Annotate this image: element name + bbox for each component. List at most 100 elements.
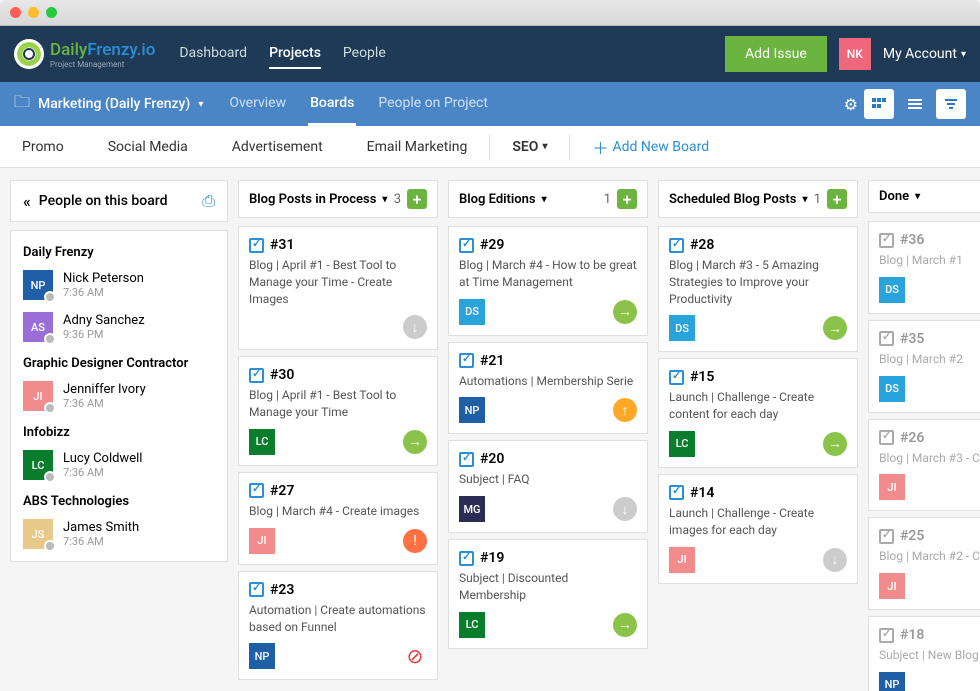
assignee-avatar: MG [459, 496, 485, 522]
board-tab-social[interactable]: Social Media [86, 126, 210, 167]
card[interactable]: #35Blog | March #2DS [868, 320, 980, 413]
column-header[interactable]: Scheduled Blog Posts▾1+ [658, 180, 858, 218]
card[interactable]: #19Subject | Discounted MembershipLC→ [448, 539, 648, 649]
column-header[interactable]: Blog Editions▾1+ [448, 180, 648, 218]
assignee-avatar: JI [249, 528, 275, 554]
card-description: Blog | March #3 - C [879, 450, 980, 467]
view-list-button[interactable] [900, 89, 930, 119]
add-person-icon[interactable]: ⎙ [202, 191, 215, 211]
card-id: #36 [900, 232, 924, 248]
assignee-avatar: JI [669, 547, 695, 573]
card-id: #20 [480, 451, 504, 467]
card[interactable]: #21Automations | Membership SerieNP↑ [448, 342, 648, 435]
card-description: Launch | Challenge - Create content for … [669, 389, 847, 423]
board-column: Scheduled Blog Posts▾1+#28Blog | March #… [658, 180, 858, 691]
board-column: Done▾#36Blog | March #1DS#35Blog | March… [868, 180, 980, 691]
card[interactable]: #28Blog | March #3 - 5 Amazing Strategie… [658, 226, 858, 352]
gear-icon[interactable]: ⚙ [844, 95, 858, 114]
board-tab-advertisement[interactable]: Advertisement [210, 126, 345, 167]
card-id: #35 [900, 331, 924, 347]
project-bar: 🗀 Marketing (Daily Frenzy) ▾ Overview Bo… [0, 82, 980, 126]
view-filter-button[interactable] [936, 89, 966, 119]
user-avatar[interactable]: NK [839, 38, 871, 70]
my-account-menu[interactable]: My Account▾ [883, 46, 966, 62]
plus-icon: ＋ [592, 135, 608, 159]
person-row[interactable]: NPNick Peterson7:36 AM [11, 264, 227, 306]
card[interactable]: #20Subject | FAQMG↓ [448, 440, 648, 533]
chevron-down-icon: ▾ [198, 99, 203, 110]
sidebar-title: People on this board [39, 193, 168, 209]
check-icon [879, 628, 894, 643]
assignee-avatar: JI [879, 474, 905, 500]
board-tab-seo[interactable]: SEO▾ [490, 126, 569, 167]
minimize-window-icon[interactable] [28, 7, 39, 18]
logo-text: DailyFrenzy.io [50, 40, 155, 60]
person-row[interactable]: JSJames Smith7:36 AM [11, 513, 227, 555]
add-card-button[interactable]: + [617, 189, 637, 209]
main-nav: Dashboard Projects People [179, 39, 385, 69]
subnav-boards[interactable]: Boards [308, 83, 356, 126]
status-icon: → [613, 300, 637, 324]
board-tab-email[interactable]: Email Marketing [345, 126, 490, 167]
card-id: #18 [900, 627, 924, 643]
check-icon [459, 353, 474, 368]
status-icon: ↓ [403, 315, 427, 339]
project-subnav: Overview Boards People on Project [227, 83, 490, 126]
card[interactable]: #14Launch | Challenge - Create images fo… [658, 474, 858, 584]
card[interactable]: #29Blog | March #4 - How to be great at … [448, 226, 648, 336]
card[interactable]: #26Blog | March #3 - CJI [868, 419, 980, 512]
collapse-icon[interactable]: « [23, 192, 31, 211]
assignee-avatar: NP [879, 672, 905, 691]
boards-tab-bar: Promo Social Media Advertisement Email M… [0, 126, 980, 168]
logo[interactable]: DailyFrenzy.io Project Management [14, 39, 155, 69]
card[interactable]: #25Blog | March #2 - CJI [868, 517, 980, 610]
add-card-button[interactable]: + [827, 189, 847, 209]
card-id: #15 [690, 369, 714, 385]
card[interactable]: #27Blog | March #4 - Create imagesJI! [238, 472, 438, 565]
close-window-icon[interactable] [10, 7, 21, 18]
add-card-button[interactable]: + [407, 189, 427, 209]
assignee-avatar: DS [879, 277, 905, 303]
nav-people[interactable]: People [343, 39, 386, 69]
card[interactable]: #18Subject | New BlogNP [868, 616, 980, 691]
sidebar-header: « People on this board ⎙ [10, 180, 228, 222]
project-selector[interactable]: 🗀 Marketing (Daily Frenzy) ▾ [14, 91, 203, 118]
check-icon [879, 529, 894, 544]
view-board-button[interactable] [864, 89, 894, 119]
card[interactable]: #36 Blog | March #1 DS [868, 221, 980, 314]
person-time: 7:36 AM [63, 466, 142, 479]
chevron-down-icon: ▾ [802, 194, 807, 205]
person-row[interactable]: JIJenniffer Ivory7:36 AM [11, 375, 227, 417]
chevron-down-icon: ▾ [542, 194, 547, 205]
add-issue-button[interactable]: Add Issue [725, 36, 827, 72]
card[interactable]: #30Blog | April #1 - Best Tool to Manage… [238, 356, 438, 466]
maximize-window-icon[interactable] [46, 7, 57, 18]
chevron-down-icon: ▾ [915, 191, 920, 202]
nav-dashboard[interactable]: Dashboard [179, 39, 247, 69]
column-title: Scheduled Blog Posts [669, 192, 796, 207]
board-tab-promo[interactable]: Promo [0, 126, 86, 167]
person-name: Jenniffer Ivory [63, 382, 146, 397]
add-board-button[interactable]: ＋Add New Board [570, 126, 731, 167]
project-name-label: Marketing (Daily Frenzy) [38, 96, 190, 112]
card[interactable]: #23Automation | Create automations based… [238, 571, 438, 681]
column-header[interactable]: Blog Posts in Process▾3+ [238, 180, 438, 218]
card[interactable]: #31Blog | April #1 - Best Tool to Manage… [238, 226, 438, 350]
assignee-avatar: NP [459, 397, 485, 423]
card-description: Blog | March #1 [879, 252, 980, 269]
board-column: Blog Posts in Process▾3+#31Blog | April … [238, 180, 438, 691]
status-icon: ↑ [613, 398, 637, 422]
people-sidebar: « People on this board ⎙ Daily FrenzyNPN… [10, 180, 228, 691]
subnav-people[interactable]: People on Project [376, 83, 490, 126]
chevron-down-icon: ▾ [382, 194, 387, 205]
card-id: #29 [480, 237, 504, 253]
person-avatar: NP [23, 270, 53, 300]
column-header[interactable]: Done▾ [868, 180, 980, 213]
subnav-overview[interactable]: Overview [227, 83, 288, 126]
card-description: Blog | March #3 - 5 Amazing Strategies t… [669, 257, 847, 307]
person-row[interactable]: LCLucy Coldwell7:36 AM [11, 444, 227, 486]
nav-projects[interactable]: Projects [269, 39, 321, 69]
column-title: Blog Posts in Process [249, 192, 376, 207]
card[interactable]: #15 Launch | Challenge - Create content f… [658, 358, 858, 468]
person-row[interactable]: ASAdny Sanchez9:36 PM [11, 306, 227, 348]
